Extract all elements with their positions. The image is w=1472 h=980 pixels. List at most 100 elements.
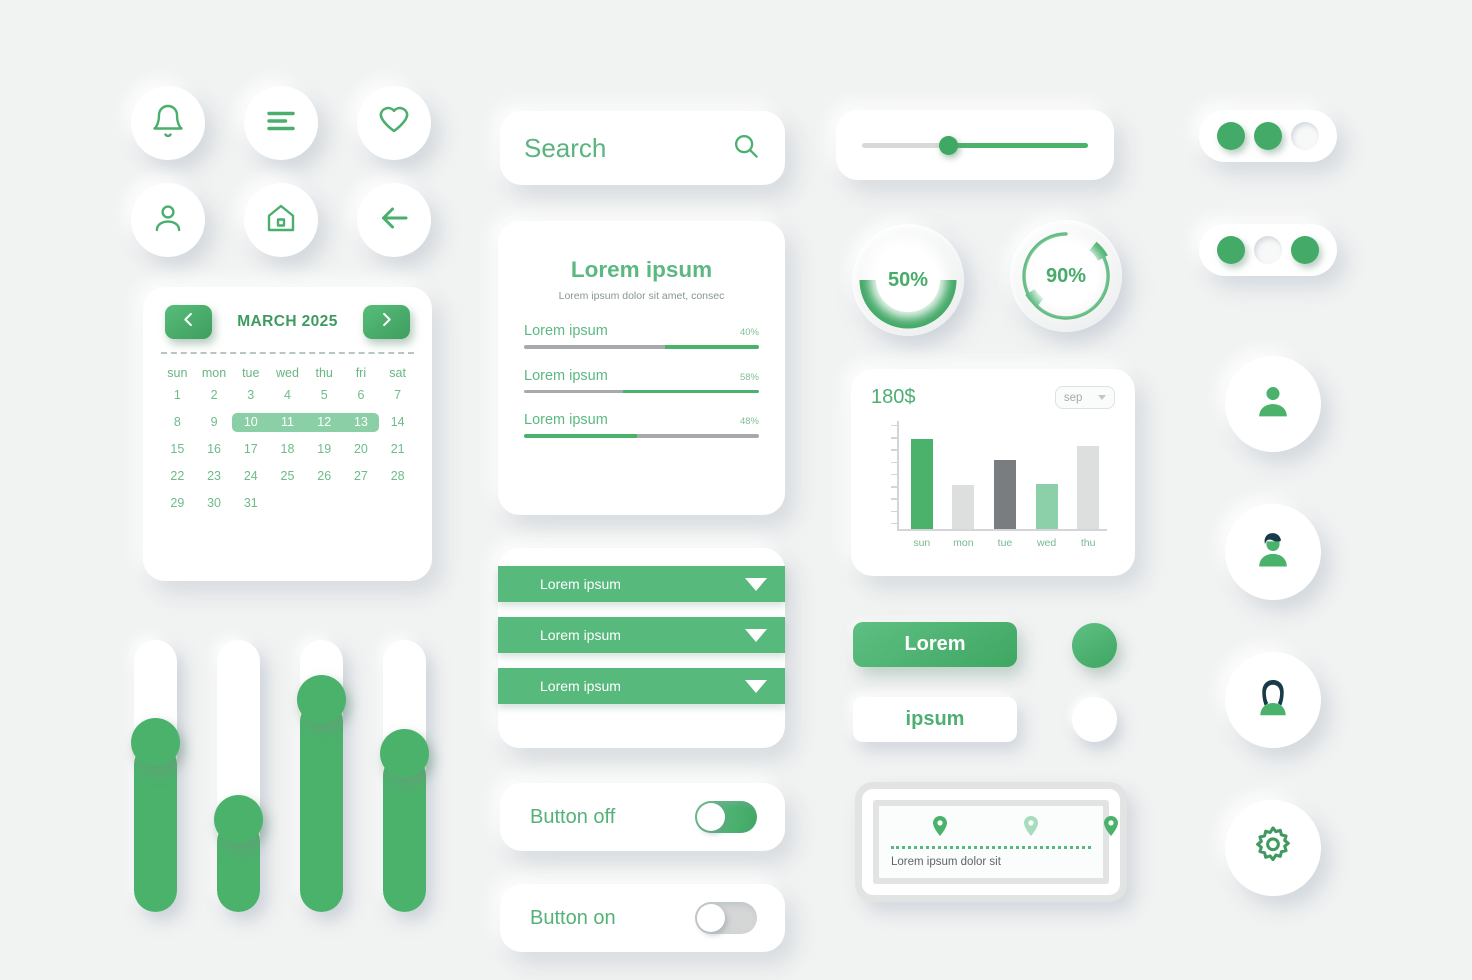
search-input[interactable]: Search — [524, 133, 731, 164]
chart-y-tick — [891, 486, 898, 488]
pagination-dot[interactable] — [1217, 236, 1246, 264]
pagination-dot[interactable] — [1217, 122, 1246, 150]
calendar-header: MARCH 2025 — [159, 305, 416, 339]
map-pin-1[interactable] — [933, 816, 947, 836]
map-pin-2[interactable] — [1024, 816, 1038, 836]
calendar-day[interactable]: 19 — [306, 440, 343, 458]
round-button-filled[interactable] — [1072, 623, 1117, 668]
slider-3[interactable] — [297, 640, 346, 912]
primary-button[interactable]: Lorem — [853, 622, 1017, 667]
avatar-user-generic[interactable] — [1225, 356, 1321, 452]
chart-x-axis — [897, 529, 1107, 531]
stats-item-label: Lorem ipsum — [524, 367, 608, 384]
pagination-dot[interactable] — [1253, 236, 1282, 264]
search-bar[interactable]: Search — [500, 111, 785, 185]
slider-knob[interactable] — [214, 794, 263, 844]
calendar-day[interactable]: 3 — [232, 386, 269, 404]
calendar-day[interactable]: 30 — [196, 494, 233, 512]
calendar-day[interactable]: 12 — [306, 413, 343, 431]
slider-fill — [134, 743, 177, 912]
calendar-day[interactable]: 23 — [196, 467, 233, 485]
calendar-day[interactable]: 9 — [196, 413, 233, 431]
calendar-day[interactable]: 2 — [196, 386, 233, 404]
chevron-left-icon — [179, 310, 198, 334]
chart-x-label: wed — [1036, 537, 1057, 549]
slider-knob[interactable] — [297, 674, 346, 724]
calendar-day[interactable]: 25 — [269, 467, 306, 485]
calendar-day[interactable]: 1 — [159, 386, 196, 404]
calendar-day[interactable]: 20 — [343, 440, 380, 458]
calendar-day[interactable]: 11 — [269, 413, 306, 431]
vertical-slider-group — [131, 640, 444, 920]
dropdown-row[interactable]: Lorem ipsum — [498, 566, 785, 602]
slider-fill — [300, 699, 343, 912]
toggle-row-off[interactable]: Button off — [500, 783, 785, 851]
calendar-day[interactable]: 14 — [379, 413, 416, 431]
dropdown-row[interactable]: Lorem ipsum — [498, 617, 785, 653]
chart-bar — [1035, 483, 1058, 529]
menu-icon-button[interactable] — [244, 86, 318, 160]
horizontal-slider-card[interactable] — [836, 110, 1114, 180]
calendar-day[interactable]: 8 — [159, 413, 196, 431]
toggle-switch-off[interactable] — [695, 801, 757, 833]
dropdown-row[interactable]: Lorem ipsum — [498, 668, 785, 704]
calendar-day[interactable]: 24 — [232, 467, 269, 485]
calendar-prev-button[interactable] — [165, 305, 212, 339]
dropdown-label: Lorem ipsum — [540, 627, 621, 643]
pagination-dot[interactable] — [1253, 122, 1282, 150]
calendar-day[interactable]: 21 — [379, 440, 416, 458]
avatar-user-female[interactable] — [1225, 652, 1321, 748]
pagination-top[interactable] — [1199, 110, 1337, 162]
search-icon[interactable] — [731, 131, 761, 166]
heart-icon-button[interactable] — [357, 86, 431, 160]
avatar-glyph — [1260, 679, 1286, 715]
calendar-day[interactable]: 5 — [306, 386, 343, 404]
calendar-day[interactable]: 31 — [232, 494, 269, 512]
user-icon-button[interactable] — [131, 183, 205, 257]
calendar-day[interactable]: 28 — [379, 467, 416, 485]
calendar-day[interactable]: 27 — [343, 467, 380, 485]
horizontal-slider-knob[interactable] — [938, 135, 958, 155]
calendar-day[interactable]: 22 — [159, 467, 196, 485]
chart-period-select[interactable]: sep — [1055, 386, 1115, 409]
location-pin-icon — [1104, 816, 1118, 836]
calendar-day[interactable]: 7 — [379, 386, 416, 404]
avatar-user-male[interactable] — [1225, 504, 1321, 600]
calendar-day[interactable]: 4 — [269, 386, 306, 404]
bell-icon-button[interactable] — [131, 86, 205, 160]
toggle-switch-on[interactable] — [695, 902, 757, 934]
pagination-dot[interactable] — [1290, 122, 1319, 150]
calendar-day[interactable]: 6 — [343, 386, 380, 404]
location-pin-icon — [1024, 816, 1038, 836]
slider-2[interactable] — [214, 640, 263, 912]
calendar-next-button[interactable] — [362, 305, 410, 339]
calendar-day[interactable]: 15 — [159, 440, 196, 458]
slider-1[interactable] — [131, 640, 180, 912]
user-icon — [150, 200, 186, 241]
calendar-day-names: sun mon tue wed thu fri sat — [159, 366, 416, 386]
calendar-day[interactable]: 17 — [232, 440, 269, 458]
pagination-dot[interactable] — [1290, 236, 1319, 264]
toggle-row-on[interactable]: Button on — [500, 884, 785, 952]
calendar-day[interactable]: 13 — [343, 413, 380, 431]
calendar-day[interactable]: 16 — [196, 440, 233, 458]
pagination-bottom[interactable] — [1199, 224, 1337, 276]
horizontal-slider-track[interactable] — [862, 135, 1088, 155]
stats-item-percent: 40% — [739, 327, 759, 339]
map-pin-3[interactable] — [1104, 816, 1118, 836]
calendar-day[interactable]: 10 — [232, 413, 269, 431]
calendar-day[interactable]: 29 — [159, 494, 196, 512]
back-arrow-icon-button[interactable] — [357, 183, 431, 257]
calendar-day[interactable]: 26 — [306, 467, 343, 485]
home-icon-button[interactable] — [244, 183, 318, 257]
calendar-day-name: fri — [355, 366, 367, 380]
avatar-glyph — [1259, 532, 1287, 566]
settings-button[interactable] — [1225, 800, 1321, 896]
calendar-day[interactable]: 18 — [269, 440, 306, 458]
stats-item: Lorem ipsum 58% — [524, 368, 759, 394]
secondary-button[interactable]: ipsum — [853, 697, 1017, 742]
stats-item-progress — [524, 389, 759, 394]
round-button-empty[interactable] — [1072, 697, 1117, 742]
slider-knob[interactable] — [380, 729, 429, 779]
slider-4[interactable] — [380, 640, 429, 912]
